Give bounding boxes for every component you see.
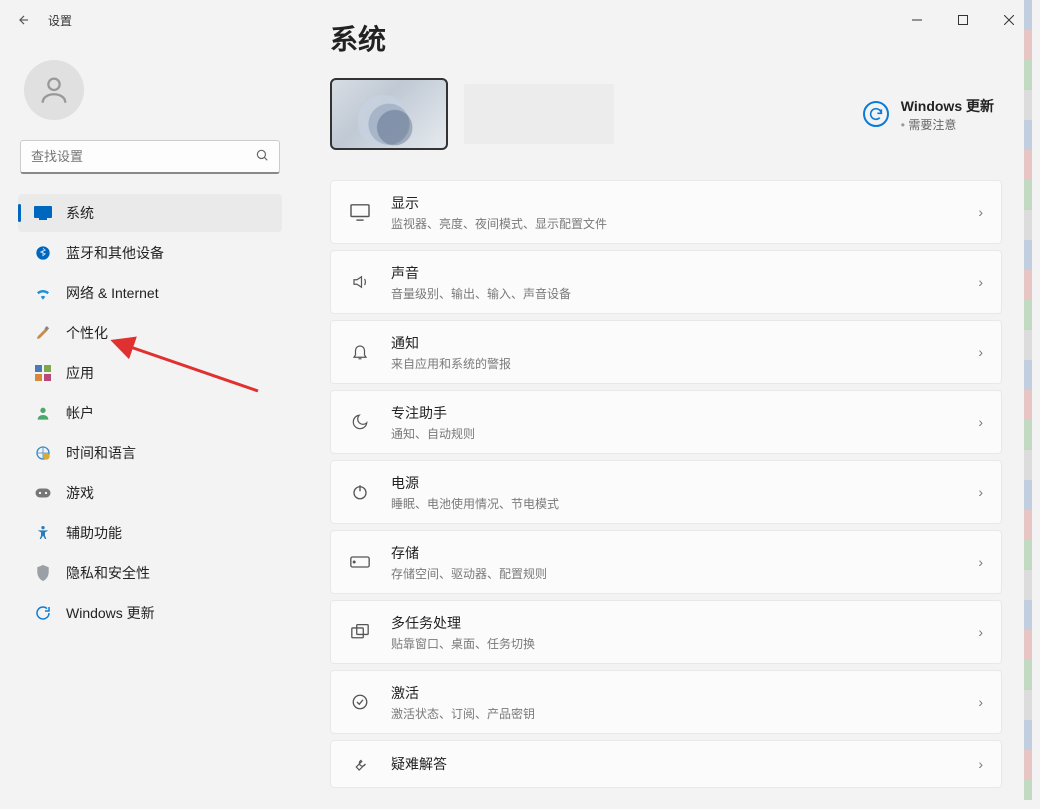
card-activation[interactable]: 激活激活状态、订阅、产品密钥 ›: [330, 670, 1002, 734]
power-icon: [349, 481, 371, 503]
sound-icon: [349, 271, 371, 293]
update-sync-icon: [863, 101, 889, 127]
app-title: 设置: [48, 12, 72, 29]
chevron-right-icon: ›: [978, 484, 983, 500]
sidebar-item-bluetooth[interactable]: 蓝牙和其他设备: [18, 234, 282, 272]
storage-icon: [349, 551, 371, 573]
system-icon: [34, 204, 52, 222]
accessibility-icon: [34, 524, 52, 542]
sidebar-item-label: Windows 更新: [66, 603, 155, 623]
wifi-icon: [34, 284, 52, 302]
sidebar-item-windows-update[interactable]: Windows 更新: [18, 594, 282, 632]
apps-icon: [34, 364, 52, 382]
nav: 系统 蓝牙和其他设备 网络 & Internet 个性化: [4, 190, 296, 636]
card-title: 存储: [391, 543, 958, 563]
bluetooth-icon: [34, 244, 52, 262]
update-banner[interactable]: Windows 更新 需要注意: [863, 96, 1002, 133]
settings-window: 设置: [0, 0, 1032, 800]
card-display[interactable]: 显示监视器、亮度、夜间模式、显示配置文件 ›: [330, 180, 1002, 244]
sidebar-item-gaming[interactable]: 游戏: [18, 474, 282, 512]
chevron-right-icon: ›: [978, 204, 983, 220]
sidebar-item-label: 帐户: [66, 403, 94, 423]
brush-icon: [34, 324, 52, 342]
sidebar-item-accessibility[interactable]: 辅助功能: [18, 514, 282, 552]
sidebar-item-label: 隐私和安全性: [66, 563, 150, 583]
card-subtitle: 监视器、亮度、夜间模式、显示配置文件: [391, 215, 958, 232]
search-box[interactable]: [20, 140, 280, 174]
sidebar-item-label: 游戏: [66, 483, 94, 503]
chevron-right-icon: ›: [978, 756, 983, 772]
card-subtitle: 存储空间、驱动器、配置规则: [391, 565, 958, 582]
card-subtitle: 音量级别、输出、输入、声音设备: [391, 285, 958, 302]
card-title: 多任务处理: [391, 613, 958, 633]
card-focus-assist[interactable]: 专注助手通知、自动规则 ›: [330, 390, 1002, 454]
card-title: 电源: [391, 473, 958, 493]
person-icon: [34, 404, 52, 422]
card-title: 疑难解答: [391, 754, 958, 774]
shield-icon: [34, 564, 52, 582]
sidebar-item-network[interactable]: 网络 & Internet: [18, 274, 282, 312]
sidebar-item-label: 个性化: [66, 323, 108, 343]
update-icon: [34, 604, 52, 622]
gamepad-icon: [34, 484, 52, 502]
chevron-right-icon: ›: [978, 344, 983, 360]
card-subtitle: 来自应用和系统的警报: [391, 355, 958, 372]
chevron-right-icon: ›: [978, 694, 983, 710]
update-subtitle: 需要注意: [901, 116, 994, 133]
chevron-right-icon: ›: [978, 274, 983, 290]
card-title: 专注助手: [391, 403, 958, 423]
card-subtitle: 通知、自动规则: [391, 425, 958, 442]
settings-cards: 显示监视器、亮度、夜间模式、显示配置文件 › 声音音量级别、输出、输入、声音设备…: [330, 180, 1002, 788]
card-subtitle: 睡眠、电池使用情况、节电模式: [391, 495, 958, 512]
avatar[interactable]: [24, 60, 84, 120]
back-button[interactable]: [12, 8, 36, 32]
sidebar-item-label: 系统: [66, 203, 94, 223]
search-input[interactable]: [31, 149, 255, 164]
bell-icon: [349, 341, 371, 363]
sidebar-item-privacy[interactable]: 隐私和安全性: [18, 554, 282, 592]
desktop-thumbnail[interactable]: [330, 78, 448, 150]
card-subtitle: 激活状态、订阅、产品密钥: [391, 705, 958, 722]
chevron-right-icon: ›: [978, 414, 983, 430]
page-title: 系统: [330, 18, 1002, 58]
card-title: 显示: [391, 193, 958, 213]
check-circle-icon: [349, 691, 371, 713]
update-title: Windows 更新: [901, 96, 994, 116]
moon-icon: [349, 411, 371, 433]
pc-info-placeholder: [464, 84, 614, 144]
sidebar: 系统 蓝牙和其他设备 网络 & Internet 个性化: [0, 40, 300, 800]
edge-artifact: [1024, 0, 1032, 800]
card-subtitle: 贴靠窗口、桌面、任务切换: [391, 635, 958, 652]
sidebar-item-accounts[interactable]: 帐户: [18, 394, 282, 432]
card-troubleshoot[interactable]: 疑难解答 ›: [330, 740, 1002, 788]
sidebar-item-label: 蓝牙和其他设备: [66, 243, 164, 263]
sidebar-item-label: 应用: [66, 363, 94, 383]
card-title: 激活: [391, 683, 958, 703]
sidebar-item-apps[interactable]: 应用: [18, 354, 282, 392]
globe-clock-icon: [34, 444, 52, 462]
sidebar-item-system[interactable]: 系统: [18, 194, 282, 232]
multitask-icon: [349, 621, 371, 643]
sidebar-item-time-language[interactable]: 时间和语言: [18, 434, 282, 472]
sidebar-item-label: 网络 & Internet: [66, 283, 159, 303]
card-sound[interactable]: 声音音量级别、输出、输入、声音设备 ›: [330, 250, 1002, 314]
display-icon: [349, 201, 371, 223]
sidebar-item-label: 时间和语言: [66, 443, 136, 463]
card-title: 通知: [391, 333, 958, 353]
search-icon: [255, 148, 269, 165]
sidebar-item-label: 辅助功能: [66, 523, 122, 543]
card-storage[interactable]: 存储存储空间、驱动器、配置规则 ›: [330, 530, 1002, 594]
card-multitasking[interactable]: 多任务处理贴靠窗口、桌面、任务切换 ›: [330, 600, 1002, 664]
card-notifications[interactable]: 通知来自应用和系统的警报 ›: [330, 320, 1002, 384]
main-content: 系统 Windows 更新 需要注意 显示监视器、亮度、夜间模式、显示配置文件 …: [310, 10, 1022, 800]
hero-row: Windows 更新 需要注意: [330, 78, 1002, 150]
wrench-icon: [349, 753, 371, 775]
chevron-right-icon: ›: [978, 624, 983, 640]
card-title: 声音: [391, 263, 958, 283]
card-power[interactable]: 电源睡眠、电池使用情况、节电模式 ›: [330, 460, 1002, 524]
sidebar-item-personalization[interactable]: 个性化: [18, 314, 282, 352]
chevron-right-icon: ›: [978, 554, 983, 570]
